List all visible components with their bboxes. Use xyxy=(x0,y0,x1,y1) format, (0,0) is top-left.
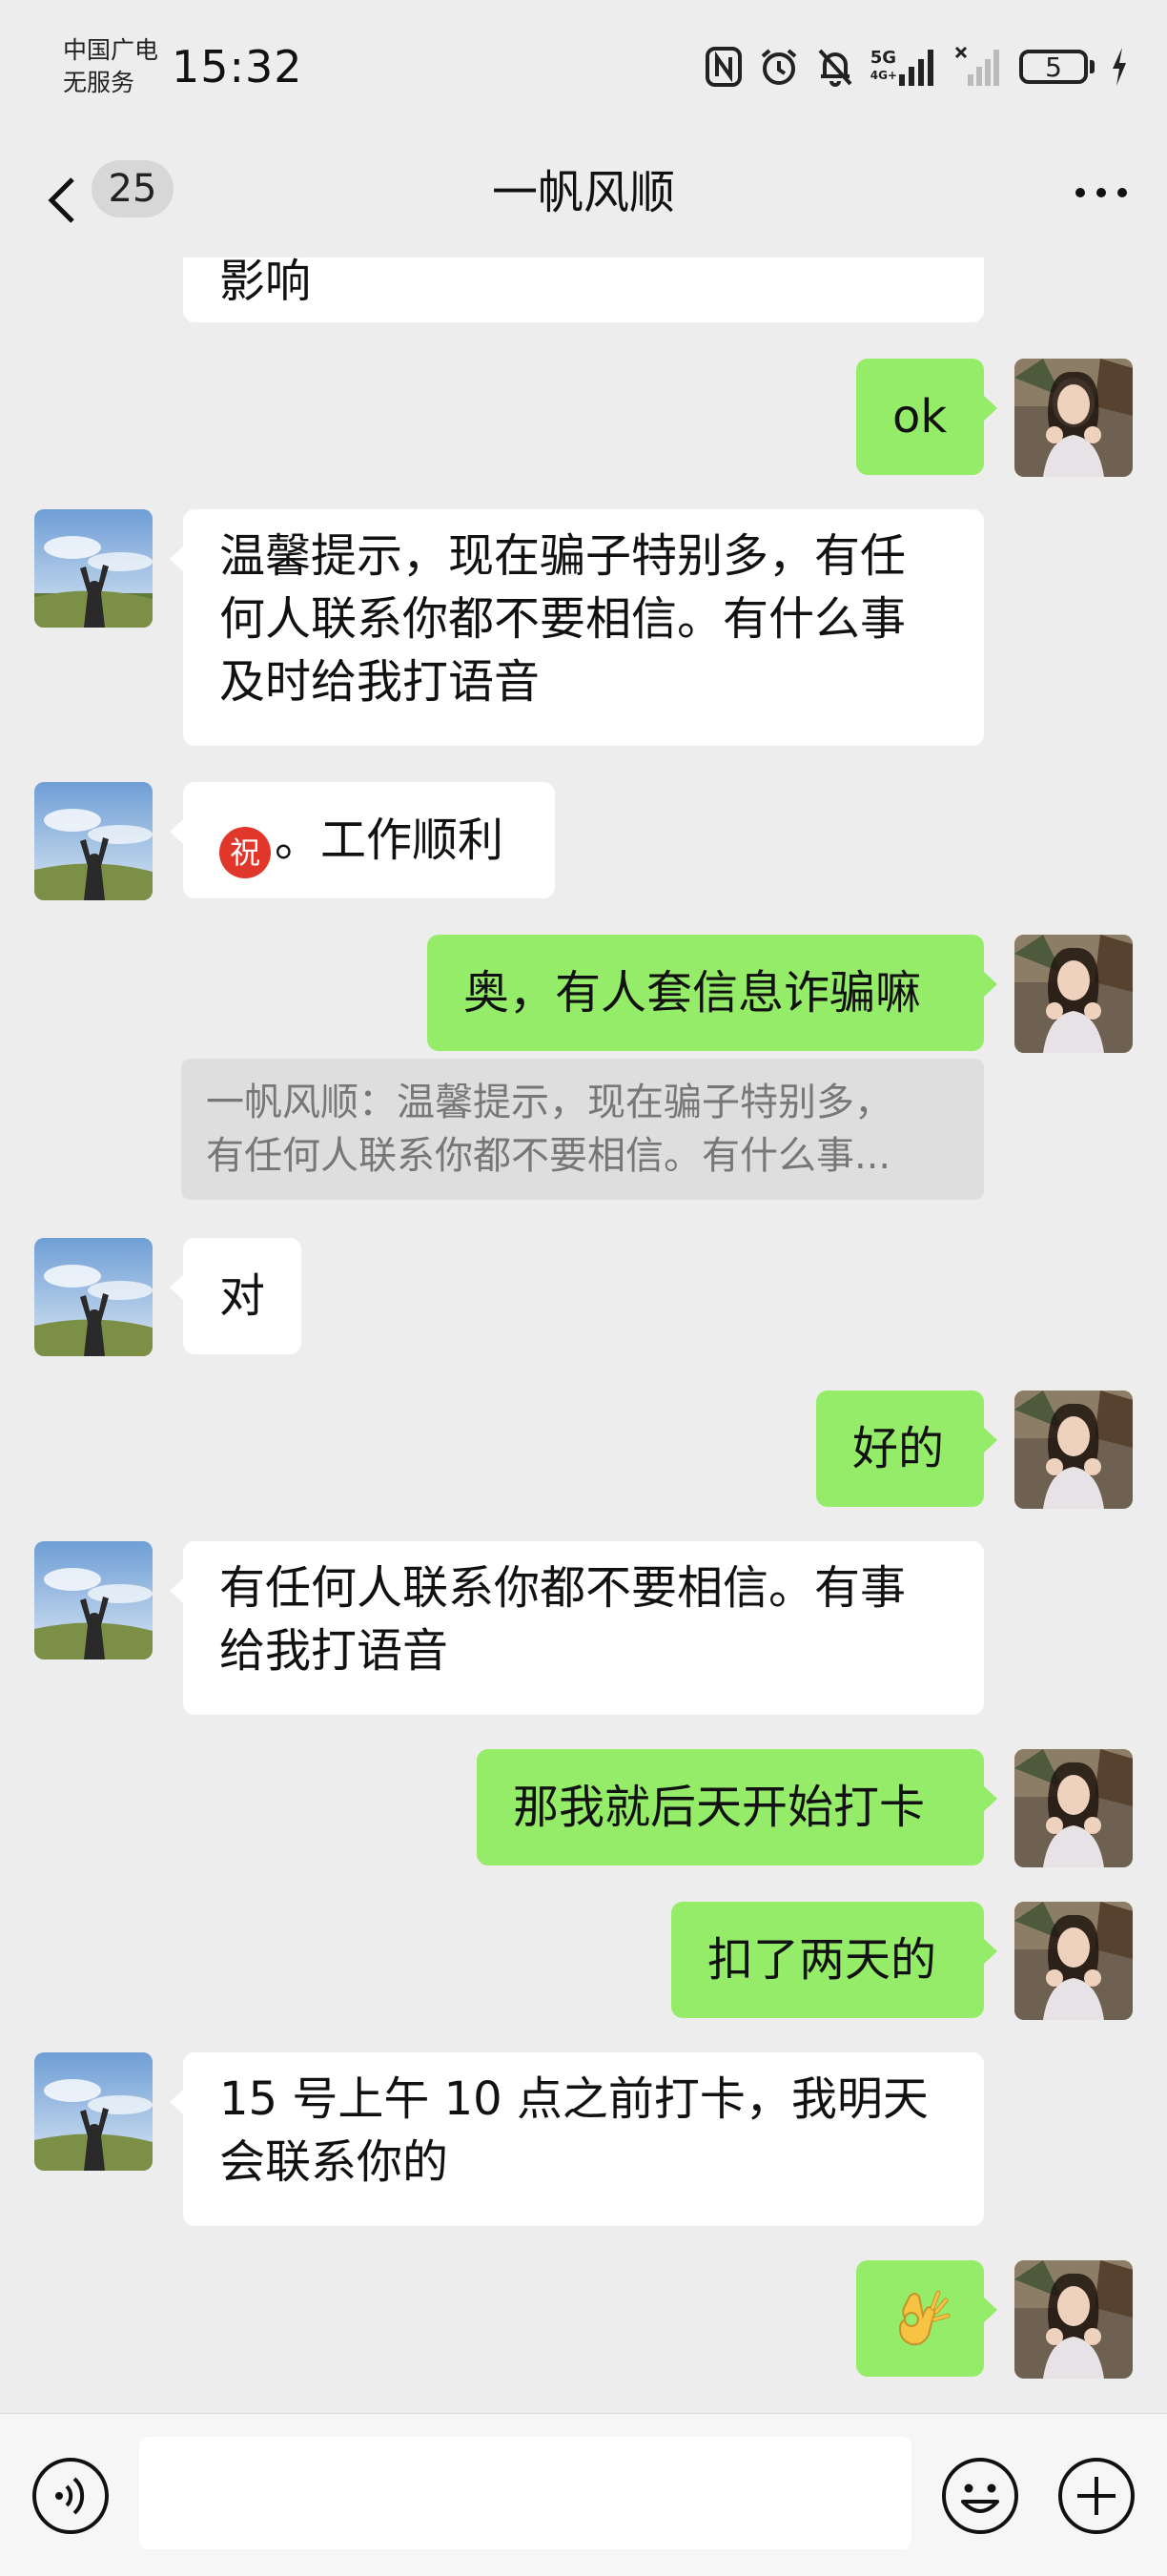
message-text: 。工作顺利 xyxy=(275,814,504,867)
carrier-info: 中国广电 无服务 xyxy=(63,34,158,99)
my-avatar[interactable] xyxy=(1014,1391,1133,1509)
quote-line: 一帆风顺：温馨提示，现在骗子特别多， xyxy=(206,1081,892,1124)
plus-icon xyxy=(1058,2458,1135,2534)
my-avatar[interactable] xyxy=(1014,1902,1133,2020)
more-functions-button[interactable] xyxy=(1056,2456,1136,2536)
my-avatar[interactable] xyxy=(1014,935,1133,1053)
battery-indicator: 5 xyxy=(1019,50,1095,84)
outgoing-message[interactable]: 那我就后天开始打卡 xyxy=(477,1749,997,1865)
outgoing-message[interactable]: ok xyxy=(856,359,997,475)
message-list[interactable]: 影响 ok 温馨提示，现在骗子特别多，有任 何人联系你都不要相信。有什么事 及时… xyxy=(0,258,1167,2413)
message-text: 有任何人联系你都不要相信。有事 给我打语音 xyxy=(219,1561,907,1678)
message-text: 对 xyxy=(219,1269,266,1323)
contact-avatar[interactable] xyxy=(34,1238,153,1356)
quote-line: 有任何人联系你都不要相信。有什么事... xyxy=(206,1134,891,1178)
contact-avatar[interactable] xyxy=(34,1541,153,1659)
more-dots-icon xyxy=(1075,188,1127,197)
input-bar xyxy=(0,2413,1167,2576)
chat-title: 一帆风顺 xyxy=(491,166,675,219)
chat-header: 25 一帆风顺 xyxy=(0,143,1167,258)
contact-avatar[interactable] xyxy=(34,782,153,900)
carrier-service: 无服务 xyxy=(63,69,135,96)
incoming-message[interactable]: 有任何人联系你都不要相信。有事 给我打语音 xyxy=(170,1541,984,1715)
message-text: 奥，有人套信息诈骗嘛 xyxy=(463,966,922,1020)
outgoing-message[interactable]: 好的 xyxy=(816,1391,997,1507)
message-text: 15 号上午 10 点之前打卡，我明天 会联系你的 xyxy=(219,2072,929,2189)
my-avatar[interactable] xyxy=(1014,359,1133,477)
smiley-icon xyxy=(942,2458,1018,2534)
incoming-message[interactable]: 影响 xyxy=(183,258,984,322)
mute-bell-icon xyxy=(815,46,855,88)
message-text: 扣了两天的 xyxy=(707,1933,937,1987)
my-avatar[interactable] xyxy=(1014,2260,1133,2379)
contact-avatar[interactable] xyxy=(34,509,153,628)
more-options-button[interactable] xyxy=(1068,164,1135,221)
ok-hand-emoji-icon xyxy=(891,2287,952,2366)
system-icons: 5G 4G+ 5 xyxy=(705,42,1129,92)
message-text: 温馨提示，现在骗子特别多，有任 何人联系你都不要相信。有什么事 及时给我打语音 xyxy=(219,529,907,709)
message-text: 好的 xyxy=(852,1422,945,1475)
my-avatar[interactable] xyxy=(1014,1749,1133,1867)
incoming-message[interactable]: 祝。工作顺利 xyxy=(170,782,555,898)
voice-icon xyxy=(32,2458,109,2534)
message-input[interactable] xyxy=(139,2437,911,2549)
outgoing-message[interactable]: 扣了两天的 xyxy=(671,1902,997,2018)
nfc-icon xyxy=(705,46,743,88)
emoji-button[interactable] xyxy=(940,2456,1020,2536)
voice-input-button[interactable] xyxy=(31,2456,111,2536)
outgoing-message[interactable] xyxy=(856,2260,997,2377)
message-text: 那我就后天开始打卡 xyxy=(513,1781,926,1834)
incoming-message[interactable]: 温馨提示，现在骗子特别多，有任 何人联系你都不要相信。有什么事 及时给我打语音 xyxy=(170,509,984,746)
signal-5g-icon: 5G 4G+ xyxy=(870,46,939,88)
incoming-message[interactable]: 15 号上午 10 点之前打卡，我明天 会联系你的 xyxy=(170,2052,984,2226)
message-text: 影响 xyxy=(219,258,312,308)
no-signal-icon xyxy=(954,46,1004,88)
alarm-icon xyxy=(758,46,800,88)
contact-avatar[interactable] xyxy=(34,2052,153,2171)
network-type-label: 5G xyxy=(870,48,897,68)
quoted-message[interactable]: 一帆风顺：温馨提示，现在骗子特别多， 有任何人联系你都不要相信。有什么事... xyxy=(181,1059,984,1200)
charging-icon xyxy=(1110,46,1129,88)
status-time: 15:32 xyxy=(172,41,303,93)
battery-level: 5 xyxy=(1019,50,1088,84)
status-bar: 中国广电 无服务 15:32 5G 4G+ 5 xyxy=(0,0,1167,143)
carrier-name: 中国广电 xyxy=(63,36,159,64)
blessing-emoji-icon: 祝 xyxy=(219,827,271,878)
message-text: ok xyxy=(892,390,948,443)
incoming-message[interactable]: 对 xyxy=(170,1238,301,1354)
outgoing-message[interactable]: 奥，有人套信息诈骗嘛 xyxy=(427,935,997,1051)
